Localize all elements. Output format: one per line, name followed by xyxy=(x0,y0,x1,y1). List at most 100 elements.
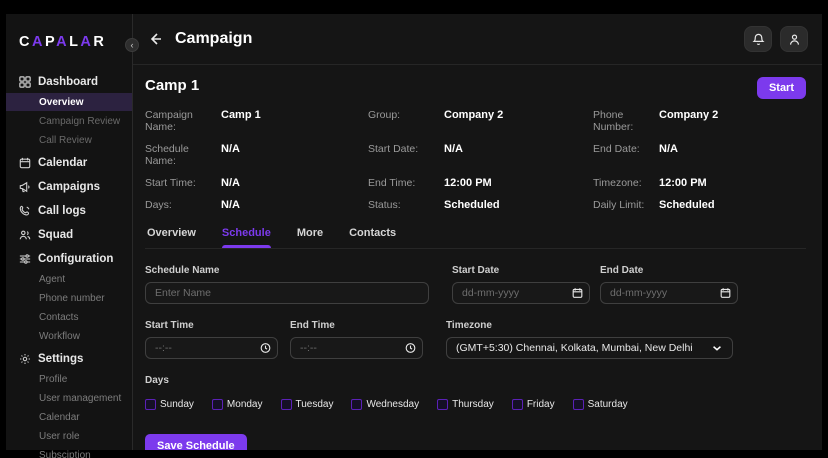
sidebar-item-profile[interactable]: Profile xyxy=(6,370,132,388)
tab-overview[interactable]: Overview xyxy=(147,223,196,248)
sidebar-item-label: Settings xyxy=(38,353,83,365)
info-daily-limit: Daily Limit:Scheduled xyxy=(593,199,806,211)
sidebar-item-configuration[interactable]: Configuration xyxy=(6,249,132,269)
logo-letter: A xyxy=(32,34,45,50)
day-label: Saturday xyxy=(588,399,628,410)
end-time-label: End Time xyxy=(290,320,423,331)
tab-schedule[interactable]: Schedule xyxy=(222,223,271,248)
end-time-field: End Time xyxy=(290,320,423,359)
info-value: 12:00 PM xyxy=(444,177,492,189)
sidebar-item-campaigns[interactable]: Campaigns xyxy=(6,177,132,197)
schedule-form: Schedule Name Start Date xyxy=(145,249,806,450)
sidebar-item-label: Call logs xyxy=(38,205,86,217)
sidebar-item-calendar-settings[interactable]: Calendar xyxy=(6,408,132,426)
day-checkbox[interactable] xyxy=(573,399,584,410)
topbar: Campaign xyxy=(133,14,822,65)
day-checkbox[interactable] xyxy=(351,399,362,410)
info-group: Group:Company 2 xyxy=(368,109,593,133)
day-sunday[interactable]: Sunday xyxy=(145,399,194,410)
info-end-date: End Date:N/A xyxy=(593,143,806,167)
sidebar-item-workflow[interactable]: Workflow xyxy=(6,327,132,345)
sidebar-item-subscription[interactable]: Subsciption xyxy=(6,446,132,458)
calendar-icon xyxy=(19,157,31,169)
sidebar-item-contacts[interactable]: Contacts xyxy=(6,308,132,326)
phone-icon xyxy=(19,205,31,217)
sliders-icon xyxy=(19,253,31,265)
day-monday[interactable]: Monday xyxy=(212,399,263,410)
profile-button[interactable] xyxy=(780,26,808,52)
timezone-field: Timezone (GMT+5:30) Chennai, Kolkata, Mu… xyxy=(446,320,733,359)
schedule-name-input[interactable] xyxy=(145,282,429,304)
sidebar-item-phone-number[interactable]: Phone number xyxy=(6,289,132,307)
info-label: Timezone: xyxy=(593,177,659,189)
sidebar-nav: Dashboard Overview Campaign Review Call … xyxy=(6,68,132,458)
start-button[interactable]: Start xyxy=(757,77,806,99)
logo-letter: C xyxy=(19,34,32,50)
sidebar-item-settings[interactable]: Settings xyxy=(6,349,132,369)
day-saturday[interactable]: Saturday xyxy=(573,399,628,410)
day-checkbox[interactable] xyxy=(145,399,156,410)
info-value: N/A xyxy=(659,143,678,155)
schedule-name-label: Schedule Name xyxy=(145,265,429,276)
start-date-label: Start Date xyxy=(452,265,590,276)
info-status: Status:Scheduled xyxy=(368,199,593,211)
info-label: Start Date: xyxy=(368,143,444,155)
save-schedule-button[interactable]: Save Schedule xyxy=(145,434,247,450)
end-time-input[interactable] xyxy=(290,337,423,359)
info-label: End Time: xyxy=(368,177,444,189)
sidebar-collapse-button[interactable]: ‹ xyxy=(125,38,139,52)
start-date-input[interactable] xyxy=(452,282,590,304)
info-value: N/A xyxy=(444,143,463,155)
day-tuesday[interactable]: Tuesday xyxy=(281,399,334,410)
day-checkbox[interactable] xyxy=(212,399,223,410)
info-start-time: Start Time:N/A xyxy=(145,177,368,189)
day-friday[interactable]: Friday xyxy=(512,399,555,410)
tab-more[interactable]: More xyxy=(297,223,323,248)
sidebar-item-overview[interactable]: Overview xyxy=(6,93,132,111)
info-label: End Date: xyxy=(593,143,659,155)
day-checkbox[interactable] xyxy=(281,399,292,410)
day-checkbox[interactable] xyxy=(512,399,523,410)
sidebar: CAPALAR ‹ Dashboard Overview Campaign Re… xyxy=(6,14,133,450)
sidebar-item-squad[interactable]: Squad xyxy=(6,225,132,245)
days-label: Days xyxy=(145,375,806,386)
day-label: Friday xyxy=(527,399,555,410)
start-time-input[interactable] xyxy=(145,337,278,359)
day-thursday[interactable]: Thursday xyxy=(437,399,494,410)
info-days: Days:N/A xyxy=(145,199,368,211)
chevron-left-icon: ‹ xyxy=(131,40,134,50)
logo-letter: A xyxy=(80,34,93,50)
day-label: Sunday xyxy=(160,399,194,410)
notifications-button[interactable] xyxy=(744,26,772,52)
page-title: Campaign xyxy=(175,30,252,48)
day-label: Tuesday xyxy=(296,399,334,410)
info-value: Camp 1 xyxy=(221,109,261,121)
end-date-input[interactable] xyxy=(600,282,738,304)
info-value: N/A xyxy=(221,143,240,155)
days-checkbox-row: Sunday Monday Tuesday Wednesday Thursday… xyxy=(145,399,806,410)
info-schedule-name: Schedule Name:N/A xyxy=(145,143,368,167)
info-timezone: Timezone:12:00 PM xyxy=(593,177,806,189)
sidebar-item-user-management[interactable]: User management xyxy=(6,389,132,407)
info-label: Days: xyxy=(145,199,221,211)
sidebar-item-user-role[interactable]: User role xyxy=(6,427,132,445)
main-content: Campaign Camp 1 Start Campaign Name:Camp… xyxy=(133,14,822,450)
tab-contacts[interactable]: Contacts xyxy=(349,223,396,248)
sidebar-item-call-logs[interactable]: Call logs xyxy=(6,201,132,221)
info-label: Status: xyxy=(368,199,444,211)
logo: CAPALAR xyxy=(6,34,132,50)
day-wednesday[interactable]: Wednesday xyxy=(351,399,419,410)
sidebar-item-campaign-review[interactable]: Campaign Review xyxy=(6,112,132,130)
topbar-actions xyxy=(744,26,808,52)
start-time-label: Start Time xyxy=(145,320,278,331)
back-button[interactable] xyxy=(147,31,163,47)
info-value: N/A xyxy=(221,177,240,189)
logo-letter: L xyxy=(69,34,80,50)
sidebar-item-agent[interactable]: Agent xyxy=(6,270,132,288)
sidebar-item-call-review[interactable]: Call Review xyxy=(6,131,132,149)
day-checkbox[interactable] xyxy=(437,399,448,410)
sidebar-item-dashboard[interactable]: Dashboard xyxy=(6,72,132,92)
sidebar-item-calendar[interactable]: Calendar xyxy=(6,153,132,173)
sidebar-item-label: Calendar xyxy=(38,157,87,169)
timezone-select[interactable]: (GMT+5:30) Chennai, Kolkata, Mumbai, New… xyxy=(446,337,733,359)
